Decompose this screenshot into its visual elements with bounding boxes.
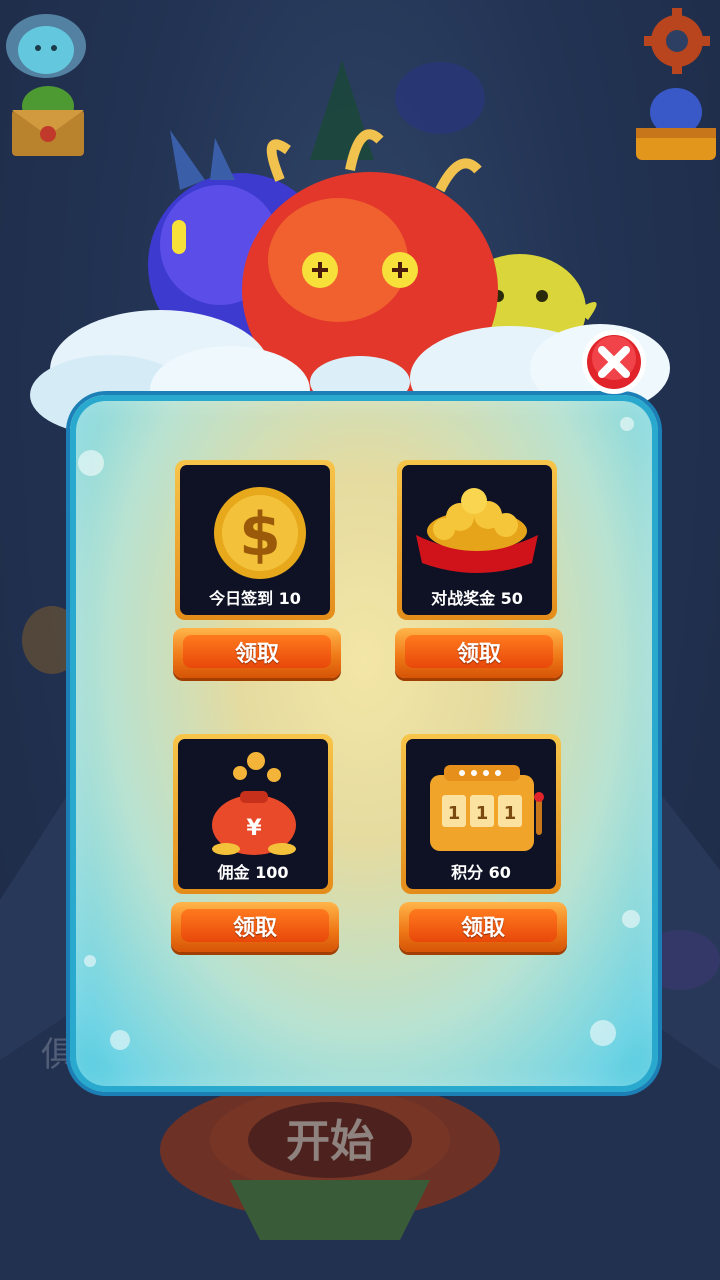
claim-button-points[interactable]: 领取: [399, 902, 567, 952]
reward-label: 积分 60: [451, 863, 511, 882]
reward-card-daily-checkin: $ 今日签到 10: [175, 460, 335, 620]
slime-avatar-icon[interactable]: [4, 10, 88, 80]
claim-button-label: 领取: [456, 642, 501, 667]
panel-bubble: [620, 417, 634, 431]
panel-bubble: [110, 1030, 130, 1050]
claim-button-daily-checkin[interactable]: 领取: [173, 628, 341, 678]
reward-card-battle-bonus: 对战奖金 50: [397, 460, 557, 620]
claim-button-battle-bonus[interactable]: 领取: [395, 628, 563, 678]
svg-text:1: 1: [504, 803, 517, 824]
gear-icon[interactable]: [644, 8, 710, 74]
claim-button-label: 领取: [232, 916, 277, 941]
reward-label: 对战奖金 50: [431, 589, 523, 608]
svg-text:$: $: [239, 500, 281, 570]
close-x-icon[interactable]: [580, 328, 648, 396]
reward-card-commission: ¥ 佣金 100: [173, 734, 333, 894]
svg-text:1: 1: [476, 803, 489, 824]
claim-button-commission[interactable]: 领取: [171, 902, 339, 952]
reward-label: 佣金 100: [217, 863, 289, 882]
reward-card-points: 1 1 1 积分 60: [401, 734, 561, 894]
claim-button-label: 领取: [460, 916, 505, 941]
panel-bubble: [84, 955, 96, 967]
panel-bubble: [622, 910, 640, 928]
svg-text:¥: ¥: [246, 816, 262, 841]
rewards-dialog: [70, 395, 658, 1092]
panel-bubble: [78, 450, 104, 476]
reward-label: 今日签到 10: [209, 589, 301, 608]
svg-text:1: 1: [448, 803, 461, 824]
panel-bubble: [590, 1020, 616, 1046]
claim-button-label: 领取: [234, 642, 279, 667]
